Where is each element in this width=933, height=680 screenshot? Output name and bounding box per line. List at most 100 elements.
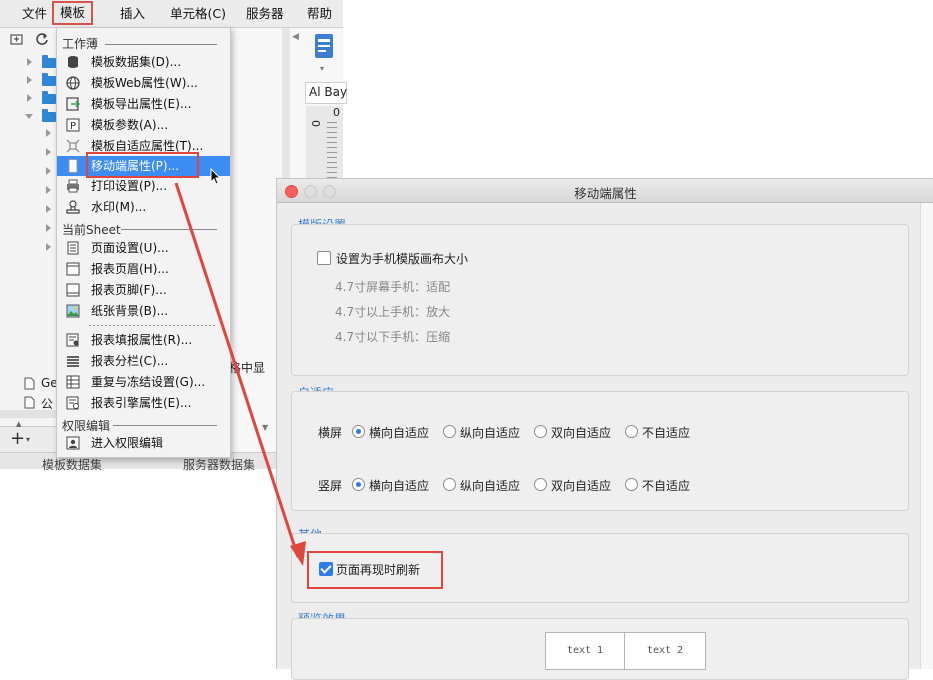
portrait-bidirectional-label[interactable]: 双向自适应 xyxy=(551,477,611,494)
expand-arrow-icon[interactable] xyxy=(46,224,51,232)
expand-arrow-icon[interactable] xyxy=(46,186,51,194)
menu-item-page-setup[interactable]: 页面设置(U)... xyxy=(57,238,230,258)
collapse-left-icon[interactable]: ◀ xyxy=(292,32,299,42)
menu-item-label: 报表页脚(F)... xyxy=(91,283,167,297)
menu-item-report-footer[interactable]: 报表页脚(F)... xyxy=(57,280,230,300)
portrait-bidirectional-radio[interactable] xyxy=(534,478,547,491)
portrait-none-label[interactable]: 不自适应 xyxy=(642,477,690,494)
menu-item-watermark[interactable]: 水印(M)... xyxy=(57,197,230,217)
landscape-horizontal-radio[interactable] xyxy=(352,425,365,438)
expand-arrow-icon[interactable] xyxy=(46,167,51,175)
phone-canvas-label[interactable]: 设置为手机模版画布大小 xyxy=(336,250,468,267)
menu-item-report-header[interactable]: 报表页眉(H)... xyxy=(57,259,230,279)
landscape-vertical-label[interactable]: 纵向自适应 xyxy=(460,424,520,441)
divider xyxy=(121,229,217,230)
menu-item-report-columns[interactable]: 报表分栏(C)... xyxy=(57,351,230,371)
divider xyxy=(113,425,217,426)
page-setup-icon xyxy=(67,241,79,255)
refresh-icon[interactable] xyxy=(35,32,49,46)
expand-arrow-icon[interactable] xyxy=(46,243,51,251)
menu-item-template-params[interactable]: P 模板参数(A)... xyxy=(57,115,230,135)
portrait-none-radio[interactable] xyxy=(625,478,638,491)
folder-icon xyxy=(42,109,56,122)
menu-item-report-fill[interactable]: 报表填报属性(R)... xyxy=(57,330,230,350)
expand-arrow-icon[interactable] xyxy=(46,129,51,137)
report-template-icon[interactable] xyxy=(313,32,337,60)
expand-arrow-icon[interactable] xyxy=(46,148,51,156)
menu-item-template-dataset[interactable]: 模板数据集(D)... xyxy=(57,52,230,72)
dropdown-arrow-icon[interactable]: ▾ xyxy=(320,64,324,73)
scroll-down-icon[interactable]: ▼ xyxy=(262,423,268,432)
globe-icon xyxy=(66,76,80,90)
template-settings-group xyxy=(291,224,909,376)
menu-insert[interactable]: 插入 xyxy=(120,0,145,27)
menu-item-repeat-freeze[interactable]: 重复与冻结设置(G)... xyxy=(57,372,230,392)
portrait-horizontal-radio[interactable] xyxy=(352,478,365,491)
menu-help[interactable]: 帮助 xyxy=(307,0,332,27)
file-icon xyxy=(24,396,35,409)
tab-template-datasets[interactable]: 模板数据集 xyxy=(42,456,102,473)
menu-item-template-export[interactable]: 模板导出属性(E)... xyxy=(57,94,230,114)
menu-item-paper-background[interactable]: 纸张背景(B)... xyxy=(57,301,230,321)
portrait-label: 竖屏 xyxy=(318,479,343,493)
menu-item-template-web[interactable]: 模板Web属性(W)... xyxy=(57,73,230,93)
dialog-titlebar: 移动端属性 xyxy=(277,179,933,203)
menu-item-print-settings[interactable]: 打印设置(P)... xyxy=(57,176,230,196)
divider xyxy=(89,325,217,326)
menu-item-label: 打印设置(P)... xyxy=(91,179,168,193)
menu-item-label: 重复与冻结设置(G)... xyxy=(91,375,206,389)
expand-arrow-icon[interactable] xyxy=(27,58,32,66)
folder-icon xyxy=(42,55,56,68)
refresh-on-reappear-checkbox[interactable] xyxy=(319,562,333,576)
dialog-scrollbar[interactable] xyxy=(920,203,933,669)
menu-item-label: 页面设置(U)... xyxy=(91,241,169,255)
folder-icon xyxy=(42,73,56,86)
stamp-icon xyxy=(66,200,80,214)
scroll-up-icon[interactable]: ▲ xyxy=(16,420,21,428)
menu-bar: 文件 模板 插入 单元格(C) 服务器 帮助 xyxy=(0,0,343,28)
form-icon xyxy=(66,333,79,347)
menu-item-label: 模板数据集(D)... xyxy=(91,55,182,69)
expand-arrow-icon[interactable] xyxy=(46,205,51,213)
portrait-horizontal-label[interactable]: 横向自适应 xyxy=(369,477,429,494)
database-icon xyxy=(68,56,78,68)
mouse-cursor-icon xyxy=(210,168,222,185)
vertical-scrollbar[interactable] xyxy=(282,28,290,178)
menu-cell[interactable]: 单元格(C) xyxy=(170,0,226,27)
phone-canvas-checkbox[interactable] xyxy=(317,251,331,265)
menu-item-label: 模板参数(A)... xyxy=(91,118,169,132)
refresh-on-reappear-label[interactable]: 页面再现时刷新 xyxy=(336,561,420,578)
permission-icon xyxy=(66,436,80,450)
menu-template[interactable]: 模板 xyxy=(52,1,94,25)
engine-icon xyxy=(66,396,79,410)
ruler-ticks xyxy=(327,118,337,178)
collapse-arrow-icon[interactable] xyxy=(25,114,33,119)
landscape-bidirectional-label[interactable]: 双向自适应 xyxy=(551,424,611,441)
portrait-vertical-radio[interactable] xyxy=(443,478,456,491)
landscape-none-radio[interactable] xyxy=(625,425,638,438)
portrait-vertical-label[interactable]: 纵向自适应 xyxy=(460,477,520,494)
menu-item-label: 报表分栏(C)... xyxy=(91,354,169,368)
dropdown-arrow-icon[interactable]: ▾ xyxy=(26,435,30,444)
hint-compress: 4.7寸以下手机：压缩 xyxy=(335,330,451,344)
expand-arrow-icon[interactable] xyxy=(27,76,32,84)
menu-item-report-engine[interactable]: 报表引擎属性(E)... xyxy=(57,393,230,413)
expand-arrow-icon[interactable] xyxy=(27,94,32,102)
tab-server-datasets[interactable]: 服务器数据集 xyxy=(183,456,255,473)
menu-file[interactable]: 文件 xyxy=(22,0,47,27)
mobile-icon xyxy=(68,159,78,173)
landscape-none-label[interactable]: 不自适应 xyxy=(642,424,690,441)
add-icon[interactable]: + xyxy=(10,428,25,449)
svg-text:P: P xyxy=(70,121,76,132)
horizontal-scrollbar[interactable] xyxy=(0,410,58,418)
font-name: Al Bay xyxy=(309,85,348,99)
new-folder-icon[interactable] xyxy=(10,33,24,46)
export-icon xyxy=(66,97,80,111)
menu-server[interactable]: 服务器 xyxy=(246,0,284,27)
menu-item-enter-permission-edit[interactable]: 进入权限编辑 xyxy=(57,433,230,453)
menu-item-label: 报表填报属性(R)... xyxy=(91,333,193,347)
landscape-vertical-radio[interactable] xyxy=(443,425,456,438)
landscape-bidirectional-radio[interactable] xyxy=(534,425,547,438)
section-permission: 权限编辑 xyxy=(62,419,111,433)
landscape-horizontal-label[interactable]: 横向自适应 xyxy=(369,424,429,441)
